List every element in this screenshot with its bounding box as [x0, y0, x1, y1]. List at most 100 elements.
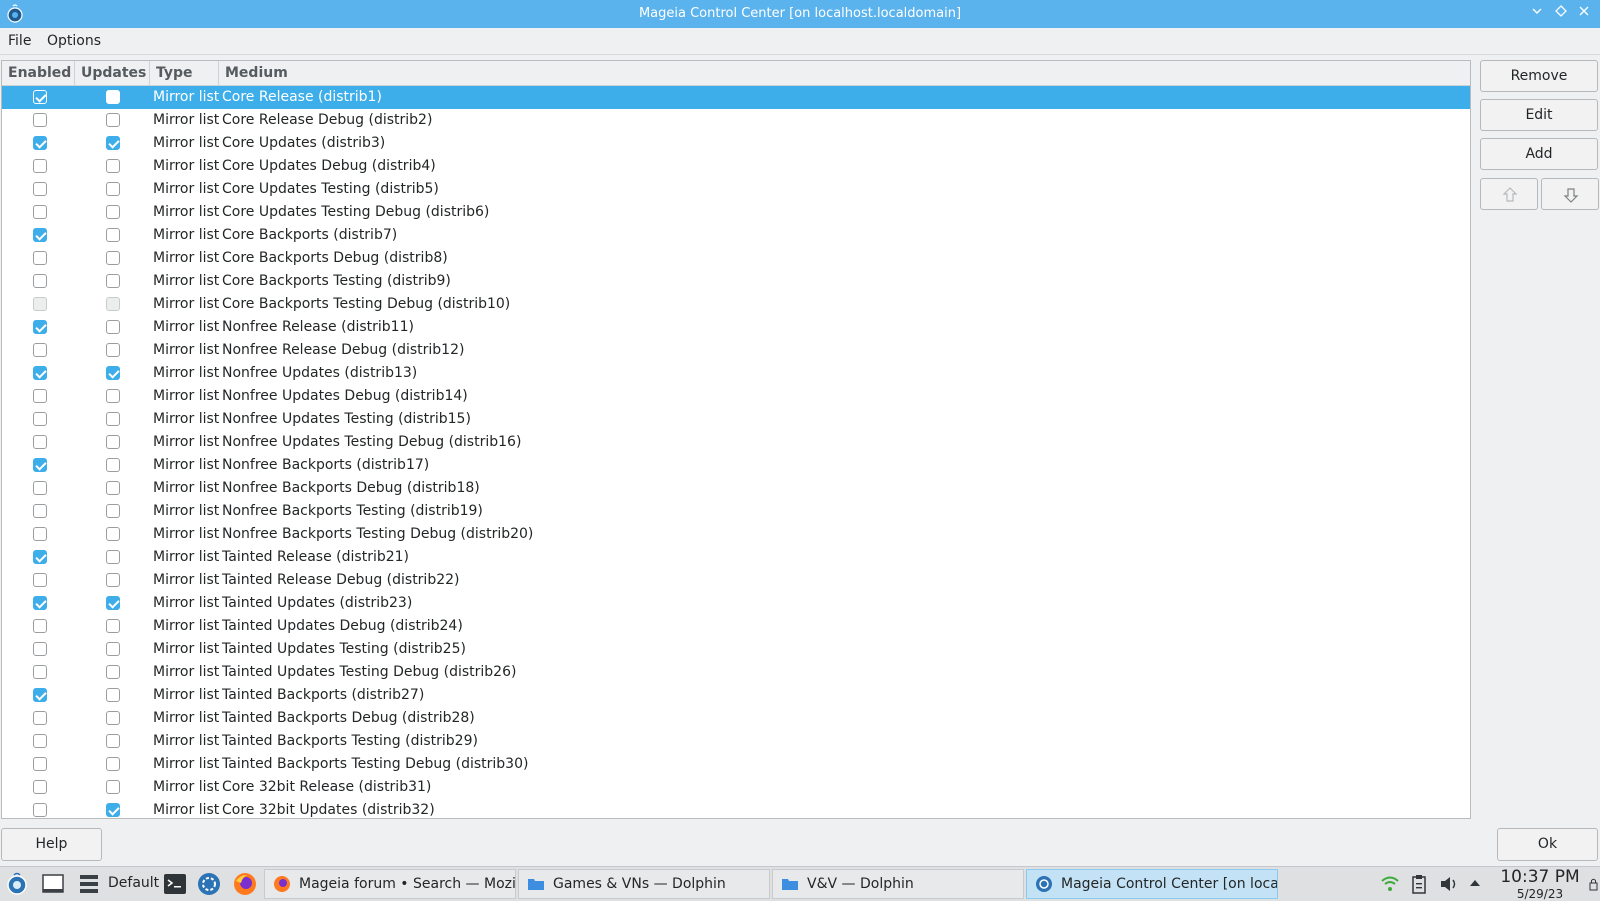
- enabled-checkbox[interactable]: [33, 481, 47, 495]
- enabled-checkbox[interactable]: [33, 573, 47, 587]
- table-row[interactable]: Mirror list Core Backports Debug (distrib…: [2, 247, 1470, 270]
- table-row[interactable]: Mirror list Nonfree Backports (distrib17): [2, 454, 1470, 477]
- updates-checkbox[interactable]: [106, 435, 120, 449]
- enabled-checkbox[interactable]: [33, 320, 47, 334]
- updates-checkbox[interactable]: [106, 688, 120, 702]
- updates-checkbox[interactable]: [106, 550, 120, 564]
- table-row[interactable]: Mirror list Tainted Updates Testing Debug…: [2, 661, 1470, 684]
- table-row[interactable]: Mirror list Tainted Release (distrib21): [2, 546, 1470, 569]
- show-desktop-icon[interactable]: [40, 871, 66, 897]
- table-row[interactable]: Mirror list Tainted Release Debug (distri…: [2, 569, 1470, 592]
- enabled-checkbox[interactable]: [33, 90, 47, 104]
- updates-checkbox[interactable]: [106, 619, 120, 633]
- updates-checkbox[interactable]: [106, 366, 120, 380]
- updates-checkbox[interactable]: [106, 527, 120, 541]
- table-row[interactable]: Mirror list Nonfree Updates Testing (dist…: [2, 408, 1470, 431]
- move-down-button[interactable]: [1541, 178, 1599, 210]
- updates-checkbox[interactable]: [106, 803, 120, 817]
- table-row[interactable]: Mirror list Core Backports (distrib7): [2, 224, 1470, 247]
- updates-checkbox[interactable]: [106, 113, 120, 127]
- enabled-checkbox[interactable]: [33, 757, 47, 771]
- updates-checkbox[interactable]: [106, 711, 120, 725]
- updates-checkbox[interactable]: [106, 412, 120, 426]
- task-mageia-control-center[interactable]: Mageia Control Center [on localh...: [1026, 869, 1278, 899]
- updates-checkbox[interactable]: [106, 481, 120, 495]
- mageia-control-center-icon[interactable]: [196, 871, 222, 897]
- table-row[interactable]: Mirror list Tainted Updates (distrib23): [2, 592, 1470, 615]
- enabled-checkbox[interactable]: [33, 435, 47, 449]
- table-row[interactable]: Mirror list Tainted Backports Debug (dist…: [2, 707, 1470, 730]
- add-button[interactable]: Add: [1480, 138, 1598, 170]
- updates-checkbox[interactable]: [106, 780, 120, 794]
- table-row[interactable]: Mirror list Tainted Updates Testing (dist…: [2, 638, 1470, 661]
- enabled-checkbox[interactable]: [33, 734, 47, 748]
- wifi-icon[interactable]: [1380, 875, 1400, 893]
- enabled-checkbox[interactable]: [33, 527, 47, 541]
- updates-checkbox[interactable]: [106, 182, 120, 196]
- table-row[interactable]: Mirror list Nonfree Updates Debug (distri…: [2, 385, 1470, 408]
- updates-checkbox[interactable]: [106, 757, 120, 771]
- table-row[interactable]: Mirror list Tainted Backports Testing Deb…: [2, 753, 1470, 776]
- activity-label[interactable]: Default: [108, 875, 159, 891]
- updates-checkbox[interactable]: [106, 205, 120, 219]
- maximize-icon[interactable]: [1552, 5, 1570, 23]
- enabled-checkbox[interactable]: [33, 205, 47, 219]
- firefox-icon[interactable]: [232, 871, 258, 897]
- enabled-checkbox[interactable]: [33, 159, 47, 173]
- activity-icon[interactable]: [76, 871, 102, 897]
- table-row[interactable]: Mirror list Core 32bit Updates (distrib32…: [2, 799, 1470, 818]
- enabled-checkbox[interactable]: [33, 228, 47, 242]
- clock[interactable]: 10:37 PM 5/29/23: [1492, 867, 1588, 901]
- table-row[interactable]: Mirror list Nonfree Release Debug (distri…: [2, 339, 1470, 362]
- table-row[interactable]: Mirror list Nonfree Backports Testing Deb…: [2, 523, 1470, 546]
- table-row[interactable]: Mirror list Nonfree Backports Testing (di…: [2, 500, 1470, 523]
- ok-button[interactable]: Ok: [1497, 828, 1598, 861]
- table-row[interactable]: Mirror list Tainted Updates Debug (distri…: [2, 615, 1470, 638]
- updates-checkbox[interactable]: [106, 665, 120, 679]
- table-row[interactable]: Mirror list Tainted Backports Testing (di…: [2, 730, 1470, 753]
- updates-checkbox[interactable]: [106, 274, 120, 288]
- enabled-checkbox[interactable]: [33, 803, 47, 817]
- table-row[interactable]: Mirror list Core Release Debug (distrib2): [2, 109, 1470, 132]
- volume-icon[interactable]: [1439, 874, 1459, 894]
- menu-options[interactable]: Options: [47, 33, 101, 49]
- expand-tray-icon[interactable]: [1468, 877, 1482, 889]
- header-enabled[interactable]: Enabled: [2, 61, 75, 85]
- updates-checkbox[interactable]: [106, 297, 120, 311]
- enabled-checkbox[interactable]: [33, 780, 47, 794]
- enabled-checkbox[interactable]: [33, 182, 47, 196]
- task-dolphin-vv[interactable]: V&V — Dolphin: [772, 869, 1024, 899]
- menu-file[interactable]: File: [8, 33, 31, 49]
- help-button[interactable]: Help: [1, 828, 102, 861]
- enabled-checkbox[interactable]: [33, 504, 47, 518]
- updates-checkbox[interactable]: [106, 389, 120, 403]
- enabled-checkbox[interactable]: [33, 136, 47, 150]
- table-row[interactable]: Mirror list Core Updates Testing (distrib…: [2, 178, 1470, 201]
- table-row[interactable]: Mirror list Core Backports Testing (distr…: [2, 270, 1470, 293]
- updates-checkbox[interactable]: [106, 90, 120, 104]
- application-launcher-icon[interactable]: [4, 871, 30, 897]
- table-row[interactable]: Mirror list Core Backports Testing Debug …: [2, 293, 1470, 316]
- updates-checkbox[interactable]: [106, 504, 120, 518]
- updates-checkbox[interactable]: [106, 343, 120, 357]
- task-dolphin-games[interactable]: Games & VNs — Dolphin: [518, 869, 770, 899]
- task-firefox[interactable]: Mageia forum • Search — Mozilla ...: [264, 869, 516, 899]
- minimize-icon[interactable]: [1528, 5, 1546, 23]
- enabled-checkbox[interactable]: [33, 274, 47, 288]
- enabled-checkbox[interactable]: [33, 596, 47, 610]
- updates-checkbox[interactable]: [106, 596, 120, 610]
- table-row[interactable]: Mirror list Nonfree Updates (distrib13): [2, 362, 1470, 385]
- terminal-icon[interactable]: [162, 871, 188, 897]
- table-row[interactable]: Mirror list Core 32bit Release (distrib31…: [2, 776, 1470, 799]
- table-row[interactable]: Mirror list Core Updates Testing Debug (d…: [2, 201, 1470, 224]
- move-up-button[interactable]: [1480, 178, 1538, 210]
- edit-button[interactable]: Edit: [1480, 99, 1598, 131]
- enabled-checkbox[interactable]: [33, 711, 47, 725]
- clipboard-icon[interactable]: [1411, 874, 1427, 894]
- table-row[interactable]: Mirror list Core Updates (distrib3): [2, 132, 1470, 155]
- updates-checkbox[interactable]: [106, 642, 120, 656]
- updates-checkbox[interactable]: [106, 228, 120, 242]
- updates-checkbox[interactable]: [106, 251, 120, 265]
- header-type[interactable]: Type: [150, 61, 219, 85]
- table-row[interactable]: Mirror list Core Updates Debug (distrib4): [2, 155, 1470, 178]
